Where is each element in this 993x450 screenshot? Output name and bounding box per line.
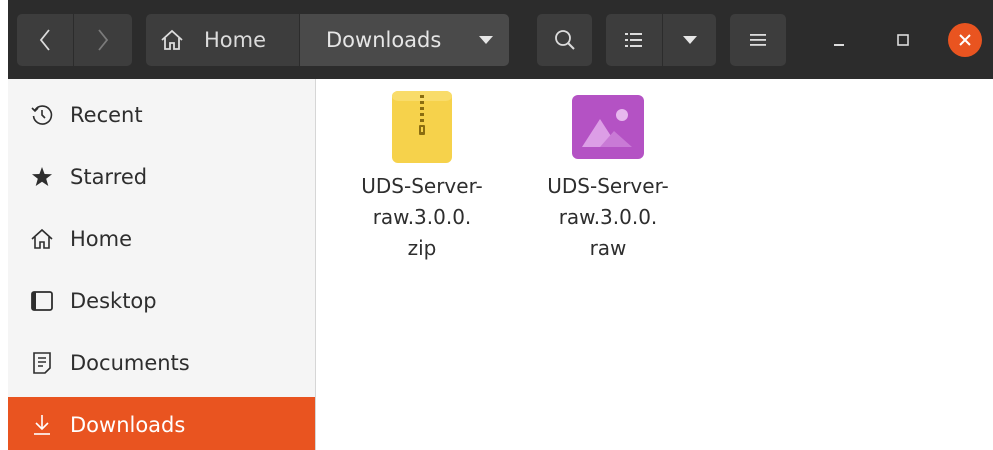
close-icon: [959, 34, 971, 46]
caret-down-icon: [479, 36, 493, 44]
sidebar-item-desktop[interactable]: Desktop: [8, 273, 315, 328]
breadcrumb-downloads-label: Downloads: [326, 28, 442, 52]
header-bar: Home Downloads: [8, 0, 993, 79]
main-menu-button[interactable]: [730, 14, 786, 66]
hamburger-icon: [750, 34, 766, 46]
document-icon: [30, 351, 54, 375]
home-icon: [161, 29, 183, 50]
breadcrumb-home[interactable]: Home: [146, 14, 299, 66]
view-options-button[interactable]: [663, 14, 716, 66]
back-button[interactable]: [17, 14, 73, 66]
file-name: UDS-Server- raw.3.0.0. raw: [547, 174, 669, 260]
sidebar-item-label: Downloads: [70, 412, 186, 437]
places-sidebar: Recent Starred Home Desktop Documents Do…: [8, 79, 316, 450]
home-icon: [30, 227, 54, 251]
list-view-button[interactable]: [606, 14, 662, 66]
close-button[interactable]: [948, 23, 982, 57]
minimize-icon: [834, 44, 844, 46]
zip-archive-icon: [390, 89, 454, 165]
chevron-left-icon: [39, 29, 50, 51]
sidebar-item-label: Documents: [70, 350, 190, 375]
file-name: UDS-Server- raw.3.0.0. zip: [361, 174, 483, 260]
file-manager-window: Home Downloads Recent Starred Home Deskt…: [8, 0, 993, 450]
sidebar-item-starred[interactable]: Starred: [8, 149, 315, 204]
file-view: UDS-Server- raw.3.0.0. zip UDS-Server- r…: [316, 79, 993, 450]
maximize-button[interactable]: [885, 22, 921, 58]
search-icon: [554, 30, 575, 50]
sidebar-item-label: Recent: [70, 102, 143, 127]
sidebar-item-downloads[interactable]: Downloads: [8, 397, 315, 450]
maximize-icon: [897, 34, 909, 46]
search-button[interactable]: [537, 14, 592, 66]
sidebar-item-label: Desktop: [70, 288, 157, 313]
list-view-icon: [625, 33, 642, 47]
file-item-zip[interactable]: UDS-Server- raw.3.0.0. zip: [347, 89, 497, 264]
star-icon: [30, 165, 54, 189]
sidebar-item-home[interactable]: Home: [8, 211, 315, 266]
breadcrumb-home-label: Home: [204, 28, 267, 52]
sidebar-item-label: Home: [70, 226, 133, 251]
file-item-raw[interactable]: UDS-Server- raw.3.0.0. raw: [533, 89, 683, 264]
caret-down-icon: [682, 36, 697, 44]
clock-icon: [30, 103, 54, 127]
chevron-right-icon: [98, 29, 109, 51]
breadcrumb-downloads[interactable]: Downloads: [300, 14, 509, 66]
sidebar-item-recent[interactable]: Recent: [8, 87, 315, 142]
download-icon: [30, 413, 54, 437]
sidebar-item-documents[interactable]: Documents: [8, 335, 315, 390]
forward-button[interactable]: [74, 14, 132, 66]
sidebar-item-label: Starred: [70, 164, 148, 189]
desktop-icon: [30, 289, 54, 313]
minimize-button[interactable]: [821, 22, 857, 58]
image-file-icon: [572, 89, 644, 165]
